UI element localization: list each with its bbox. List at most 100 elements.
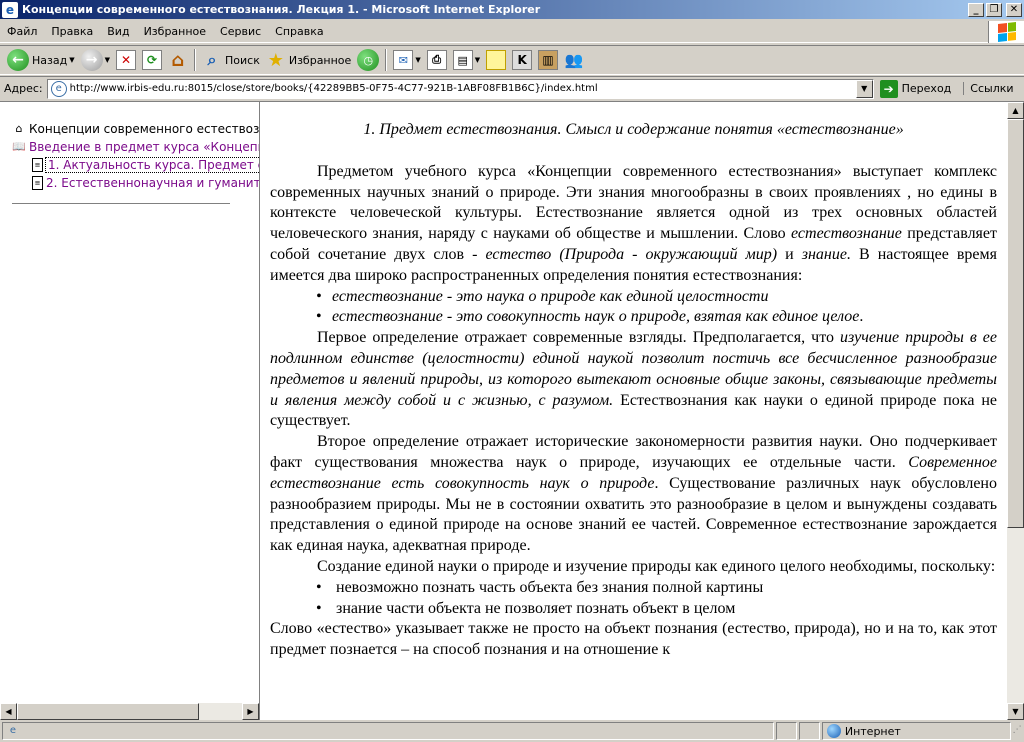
paragraph: Первое определение отражает современные …: [270, 329, 997, 430]
zone-label: Интернет: [844, 724, 901, 738]
status-cell: [798, 722, 820, 740]
scroll-right-icon[interactable]: ▶: [242, 703, 259, 720]
toc-item[interactable]: ≡ 1. Актуальность курса. Предмет естеств…: [12, 156, 259, 174]
document-frame: 1. Предмет естествознания. Смысл и содер…: [262, 102, 1024, 720]
star-icon: ★: [267, 49, 284, 71]
toc-horizontal-scrollbar[interactable]: ◀ ▶: [0, 703, 259, 720]
stop-button[interactable]: ✕: [113, 47, 139, 73]
status-cell: [775, 722, 797, 740]
messenger-people-icon: 👥: [564, 51, 584, 69]
internet-globe-icon: [826, 724, 841, 738]
menu-view[interactable]: Вид: [100, 25, 136, 38]
toc-divider: [12, 203, 230, 205]
note-icon: [486, 50, 507, 70]
mail-dropdown-icon[interactable]: ▼: [415, 56, 420, 64]
back-arrow-icon: ←: [7, 49, 29, 71]
paragraph: Слово «естество» указывает также не прос…: [270, 620, 997, 659]
scroll-up-icon[interactable]: ▲: [1007, 102, 1024, 119]
document-vertical-scrollbar[interactable]: ▲ ▼: [1007, 102, 1024, 720]
links-button[interactable]: Ссылки: [963, 82, 1014, 95]
discuss-button[interactable]: [483, 47, 509, 73]
paragraph: Предметом учебного курса «Концепции совр…: [270, 162, 998, 284]
search-button[interactable]: ⌕ Поиск: [199, 47, 263, 73]
back-dropdown-icon[interactable]: ▼: [69, 56, 74, 64]
toc-chapter[interactable]: 📖 Введение в предмет курса «Концепции со…: [12, 138, 259, 156]
menu-favorites[interactable]: Избранное: [137, 25, 213, 38]
title-bar: e Концепции современного естествознания.…: [0, 0, 1024, 19]
favorites-button[interactable]: ★ Избранное: [263, 47, 354, 73]
maximize-button[interactable]: ❐: [986, 2, 1002, 17]
security-zone[interactable]: Интернет: [821, 722, 1011, 740]
favorites-label: Избранное: [288, 53, 352, 67]
home-button[interactable]: ⌂: [165, 47, 191, 73]
list-item: естествознание - это наука о природе как…: [316, 287, 997, 308]
scrollbar-thumb[interactable]: [1007, 119, 1024, 528]
status-text-panel: e: [2, 722, 774, 740]
forward-dropdown-icon[interactable]: ▼: [105, 56, 110, 64]
translate-button[interactable]: ▥: [535, 47, 561, 73]
toc-chapter-label: Введение в предмет курса «Концепции совр…: [29, 140, 259, 154]
toc-root[interactable]: ⌂ Концепции современного естествознания: [12, 120, 260, 138]
address-dropdown-icon[interactable]: ▼: [855, 79, 873, 98]
messenger-button[interactable]: 👥: [561, 47, 587, 73]
search-label: Поиск: [225, 53, 260, 67]
bullet-list: невозможно познать часть объекта без зна…: [270, 578, 997, 620]
paragraph: Создание единой науки о природе и изучен…: [317, 557, 996, 575]
k-icon: K: [512, 50, 533, 70]
print-button[interactable]: ⎙: [424, 47, 450, 73]
edit-dropdown-icon[interactable]: ▼: [475, 56, 480, 64]
research-button[interactable]: K: [509, 47, 535, 73]
document-icon: ≡: [32, 176, 43, 190]
edit-button[interactable]: ▤ ▼: [450, 47, 483, 73]
window-title: Концепции современного естествознания. Л…: [22, 3, 541, 16]
document-icon: ≡: [32, 158, 43, 172]
toolbar-separator: [194, 49, 196, 71]
close-button[interactable]: ✕: [1006, 2, 1022, 17]
home-icon: ⌂: [15, 122, 23, 135]
page-status-icon: e: [9, 725, 17, 736]
address-url[interactable]: http://www.irbis-edu.ru:8015/close/store…: [70, 83, 856, 94]
scroll-left-icon[interactable]: ◀: [0, 703, 17, 720]
menu-help[interactable]: Справка: [268, 25, 330, 38]
resize-grip-icon[interactable]: ⋰: [1013, 725, 1024, 737]
books-icon: ▥: [538, 50, 559, 70]
toc-item[interactable]: ≡ 2. Естественнонаучная и гуманитарная к…: [12, 174, 260, 192]
toc-item-label: 1. Актуальность курса. Предмет естествоз…: [44, 157, 259, 173]
mail-button[interactable]: ✉ ▼: [390, 47, 423, 73]
ie-app-icon[interactable]: e: [2, 1, 18, 18]
minimize-button[interactable]: _: [968, 2, 984, 17]
go-button[interactable]: ➔ Переход: [879, 79, 952, 98]
menu-bar: Файл Правка Вид Избранное Сервис Справка: [0, 21, 1024, 43]
go-label: Переход: [901, 82, 952, 95]
scroll-down-icon[interactable]: ▼: [1007, 703, 1024, 720]
mail-icon: ✉: [393, 50, 414, 70]
list-item: знание части объекта не позволяет познат…: [316, 599, 997, 620]
ie-page-icon: e: [50, 80, 67, 97]
menu-tools[interactable]: Сервис: [213, 25, 268, 38]
toc-tree: ⌂ Концепции современного естествознания …: [12, 120, 260, 192]
go-arrow-icon: ➔: [879, 79, 898, 98]
refresh-icon: ⟳: [142, 50, 162, 70]
stop-icon: ✕: [116, 50, 136, 70]
back-button[interactable]: ← Назад ▼: [4, 47, 78, 73]
address-bar: Адрес: e http://www.irbis-edu.ru:8015/cl…: [0, 76, 1024, 100]
list-item: естествознание - это совокупность наук о…: [316, 307, 997, 328]
toc-item-label: 2. Естественнонаучная и гуманитарная кул…: [46, 176, 260, 190]
scrollbar-track[interactable]: [199, 703, 242, 720]
address-input[interactable]: e http://www.irbis-edu.ru:8015/close/sto…: [46, 78, 874, 99]
menu-edit[interactable]: Правка: [44, 25, 100, 38]
forward-arrow-icon: →: [80, 49, 103, 71]
forward-button[interactable]: → ▼: [78, 47, 113, 73]
document-body: 1. Предмет естествознания. Смысл и содер…: [270, 120, 997, 661]
back-label: Назад: [32, 53, 68, 67]
history-button[interactable]: ◷: [354, 47, 382, 73]
menu-file[interactable]: Файл: [0, 25, 44, 38]
scrollbar-thumb[interactable]: [17, 703, 199, 720]
content-area: ⌂ Концепции современного естествознания …: [0, 101, 1024, 720]
refresh-button[interactable]: ⟳: [139, 47, 165, 73]
status-bar: e Интернет ⋰: [0, 720, 1024, 742]
windows-logo: [988, 21, 1024, 43]
search-icon: ⌕: [207, 50, 217, 69]
printer-icon: ⎙: [426, 50, 447, 70]
address-label: Адрес:: [4, 82, 43, 95]
